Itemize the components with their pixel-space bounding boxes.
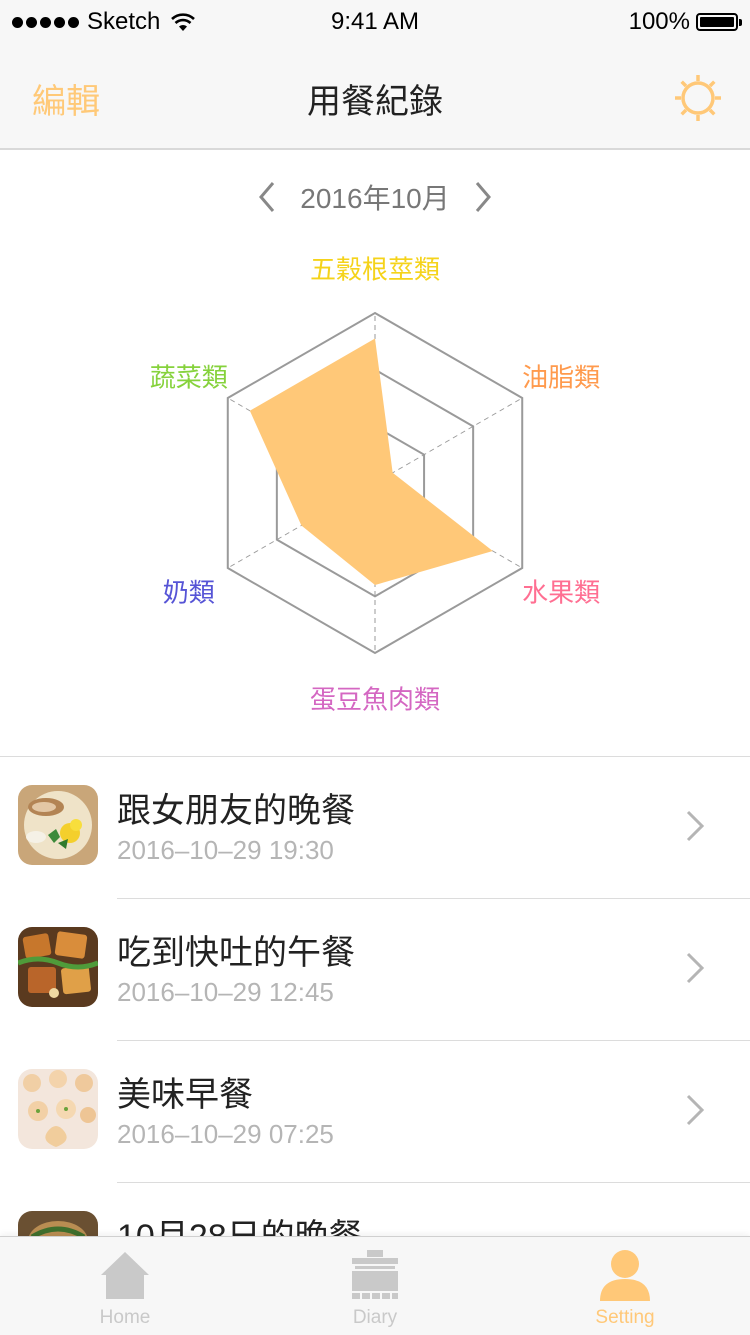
list-item[interactable]: 跟女朋友的晚餐 2016–10–29 19:30: [0, 757, 750, 899]
radar-svg: [226, 311, 524, 655]
tab-label: Setting: [595, 1307, 655, 1328]
month-label: 2016年10月: [300, 183, 450, 214]
radar-axis-label: 奶類: [162, 577, 215, 607]
radar-axis-label: 蔬菜類: [149, 362, 228, 392]
nutrition-radar-chart: 五穀根莖類油脂類水果類蛋豆魚肉類 奶類 蔬菜類: [0, 240, 750, 740]
tab-bar: Home Diary Setting: [0, 1236, 750, 1335]
list-item[interactable]: 吃到快吐的午餐 2016–10–29 12:45: [0, 899, 750, 1041]
radar-axis-label: 水果類: [522, 577, 601, 607]
home-icon: [101, 1252, 149, 1299]
edit-button[interactable]: 編輯: [32, 74, 100, 123]
status-bar: Sketch 9:41 AM 100%: [0, 0, 750, 44]
tab-diary[interactable]: Diary: [250, 1237, 500, 1335]
diary-icon: [352, 1250, 398, 1299]
battery-icon: [696, 13, 742, 31]
month-navigator: 2016年10月: [0, 170, 750, 224]
tab-setting[interactable]: Setting: [500, 1237, 750, 1335]
chevron-right-icon[interactable]: [468, 177, 498, 217]
meal-time: 2016–10–29 19:30: [117, 835, 334, 865]
chevron-left-icon[interactable]: [252, 177, 282, 217]
radar-axis-label: 五穀根莖類: [309, 254, 441, 285]
meal-time: 2016–10–29 07:25: [117, 1119, 334, 1149]
battery: 100%: [628, 8, 742, 36]
radar-axis-label: 油脂類: [522, 362, 601, 392]
radar-axis-label: 蛋豆魚肉類: [309, 684, 441, 715]
list-item[interactable]: 美味早餐 2016–10–29 07:25: [0, 1041, 750, 1183]
meal-title: 美味早餐: [117, 1076, 253, 1114]
person-icon: [600, 1250, 650, 1301]
tab-home[interactable]: Home: [0, 1237, 250, 1335]
chevron-right-icon: [686, 810, 705, 842]
meal-thumbnail: [18, 1069, 98, 1149]
meal-title: 跟女朋友的晚餐: [117, 792, 355, 830]
meal-time: 2016–10–29 12:45: [117, 977, 334, 1007]
radar-value-area: [249, 338, 493, 585]
chevron-right-icon: [686, 952, 705, 984]
radar-axis-line: [374, 397, 523, 484]
meal-thumbnail: [18, 927, 98, 1007]
sun-gear-icon[interactable]: [672, 72, 724, 124]
tab-label: Home: [99, 1307, 151, 1328]
navigation-bar: 編輯 用餐紀錄: [0, 44, 750, 150]
meal-thumbnail: [18, 785, 98, 865]
battery-percent: 100%: [628, 8, 690, 35]
tab-label: Diary: [352, 1307, 398, 1328]
chevron-right-icon: [686, 1094, 705, 1126]
meal-title: 吃到快吐的午餐: [117, 934, 355, 972]
page-title: 用餐紀錄: [307, 83, 443, 121]
